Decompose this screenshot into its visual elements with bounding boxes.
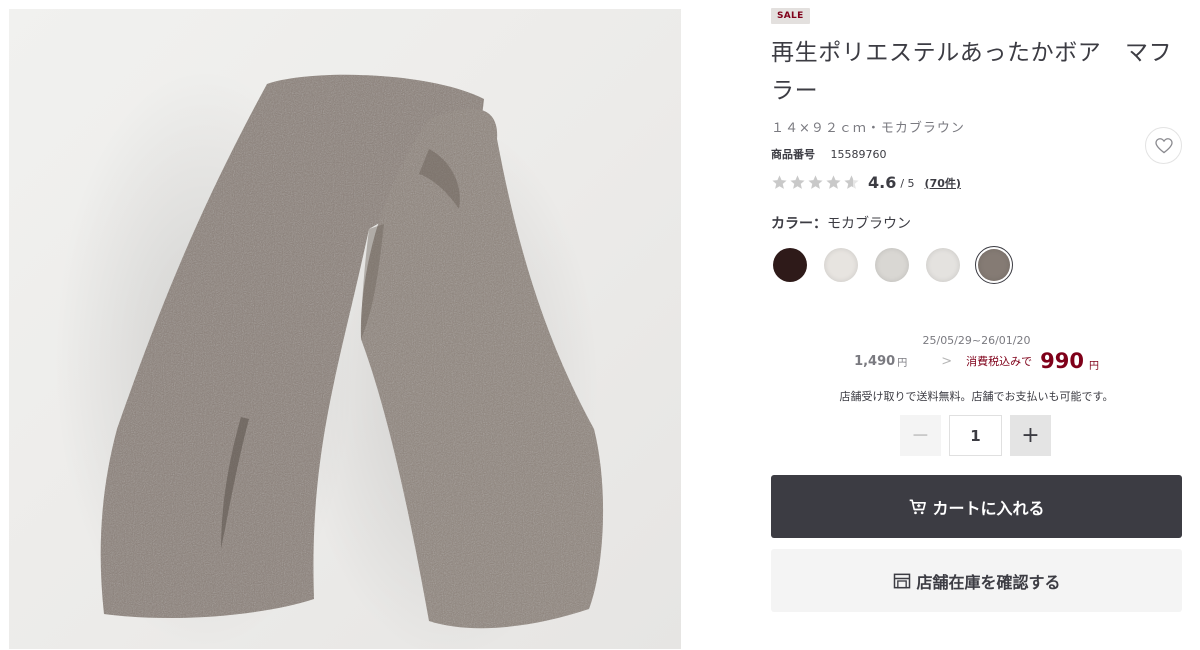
original-price: 1,490 [854, 353, 896, 369]
color-swatch[interactable] [771, 246, 809, 284]
color-swatch[interactable] [822, 246, 860, 284]
color-swatch[interactable] [975, 246, 1013, 284]
product-variant: １４×９２ｃｍ・モカブラウン [771, 121, 965, 136]
color-swatches [771, 246, 1013, 284]
color-selection-label: カラー：モカブラウン [771, 213, 911, 233]
color-swatch-fill [824, 248, 858, 282]
sale-badge: SALE [771, 8, 810, 24]
delivery-note: 店舗受け取りで送料無料。店舗でお支払いも可能です。 [839, 390, 1114, 403]
rating-stars [771, 174, 860, 191]
color-swatch[interactable] [873, 246, 911, 284]
tax-included-label: 消費税込みで [966, 355, 1033, 368]
sale-price: 990 [1040, 349, 1084, 373]
quantity-input[interactable]: 1 [949, 415, 1002, 456]
product-title: 再生ポリエステルあったかボア マフラー [771, 40, 1173, 104]
original-price-unit: 円 [897, 357, 908, 369]
scarf-illustration [54, 69, 604, 649]
chevron-right-icon: > [941, 353, 953, 369]
color-swatch-fill [978, 249, 1010, 281]
star-icon [789, 174, 806, 191]
color-swatch[interactable] [924, 246, 962, 284]
color-swatch-fill [773, 248, 807, 282]
rating-max: / 5 [900, 177, 915, 190]
quantity-decrease-button[interactable]: − [900, 415, 941, 456]
check-store-stock-label: 店舗在庫を確認する [916, 572, 1061, 592]
color-swatch-fill [875, 248, 909, 282]
product-info-panel: SALE 再生ポリエステルあったかボア マフラー １４×９２ｃｍ・モカブラウン … [771, 0, 1182, 650]
add-to-cart-label: カートに入れる [932, 498, 1045, 518]
store-icon [892, 571, 912, 591]
price-row: 1,490 円 > 消費税込みで 990 円 [771, 346, 1182, 376]
quantity-stepper: − 1 + [900, 415, 1051, 456]
star-icon [771, 174, 788, 191]
product-code-row: 商品番号 15589760 [771, 146, 887, 162]
star-icon [807, 174, 824, 191]
selected-color-name: モカブラウン [827, 216, 911, 232]
product-code: 15589760 [830, 148, 887, 161]
add-to-cart-button[interactable]: カートに入れる [771, 475, 1182, 538]
rating-row: 4.6 / 5 (70件) [771, 170, 961, 194]
check-store-stock-button[interactable]: 店舗在庫を確認する [771, 549, 1182, 612]
star-icon [843, 174, 860, 191]
product-code-label: 商品番号 [771, 148, 815, 161]
favorite-button[interactable] [1145, 127, 1182, 164]
color-label: カラー： [771, 216, 827, 232]
color-swatch-fill [926, 248, 960, 282]
sale-price-unit: 円 [1088, 360, 1099, 372]
review-count-link[interactable]: (70件) [925, 175, 961, 191]
quantity-increase-button[interactable]: + [1010, 415, 1051, 456]
heart-icon [1154, 137, 1173, 153]
product-image[interactable] [9, 9, 681, 649]
rating-score: 4.6 [868, 172, 897, 192]
star-icon [825, 174, 842, 191]
cart-icon [908, 497, 928, 517]
